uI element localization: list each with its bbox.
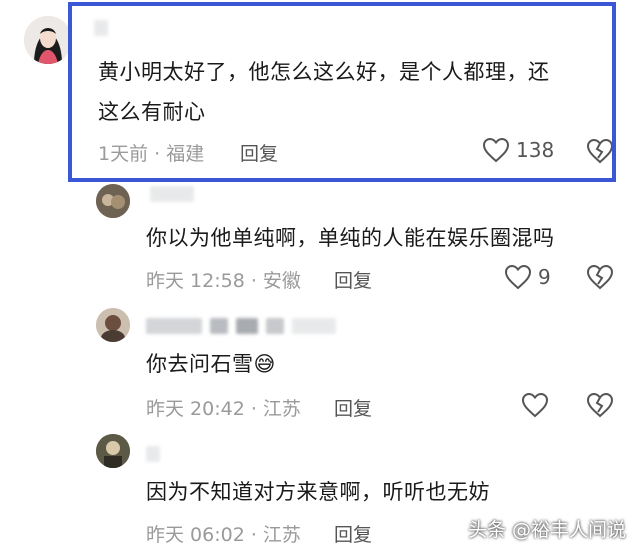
broken-heart-icon: [586, 392, 614, 418]
comment-meta: 昨天 20:42 · 江苏: [146, 398, 301, 420]
watermark: 头条 @裕丰人间说: [467, 519, 626, 541]
avatar-illustration-icon: [24, 16, 72, 64]
comment-text: 你以为他单纯啊，单纯的人能在娱乐圈混吗: [146, 226, 555, 250]
comment-meta: 昨天 12:58 · 安徽: [146, 270, 301, 292]
reply-button[interactable]: 回复: [334, 394, 372, 421]
like-button[interactable]: 9: [504, 264, 551, 290]
dislike-button[interactable]: [586, 264, 614, 294]
highlight-frame: [68, 2, 616, 182]
comment-meta: 昨天 06:02 · 江苏: [146, 524, 301, 546]
reply-button[interactable]: 回复: [334, 520, 372, 547]
heart-outline-icon: [521, 392, 549, 418]
username-blurred[interactable]: [150, 184, 194, 204]
reply-button[interactable]: 回复: [334, 266, 372, 293]
username-blurred[interactable]: [146, 316, 336, 336]
comment-text: 因为不知道对方来意啊，听听也无妨: [146, 480, 490, 504]
avatar[interactable]: [96, 308, 130, 342]
avatar[interactable]: [96, 434, 130, 468]
comment-text: 你去问石雪😅: [146, 352, 276, 376]
heart-outline-icon: [504, 264, 532, 290]
avatar[interactable]: [24, 16, 72, 64]
avatar[interactable]: [96, 184, 130, 218]
like-count: 9: [538, 265, 551, 289]
avatar-photo-icon: [96, 184, 130, 218]
emoji-grin-sweat-icon: 😅: [253, 352, 276, 376]
broken-heart-icon: [586, 264, 614, 290]
like-button[interactable]: [521, 392, 549, 418]
avatar-photo-icon: [96, 434, 130, 468]
username-blurred[interactable]: [146, 444, 160, 464]
avatar-photo-icon: [96, 308, 130, 342]
dislike-button[interactable]: [586, 392, 614, 422]
